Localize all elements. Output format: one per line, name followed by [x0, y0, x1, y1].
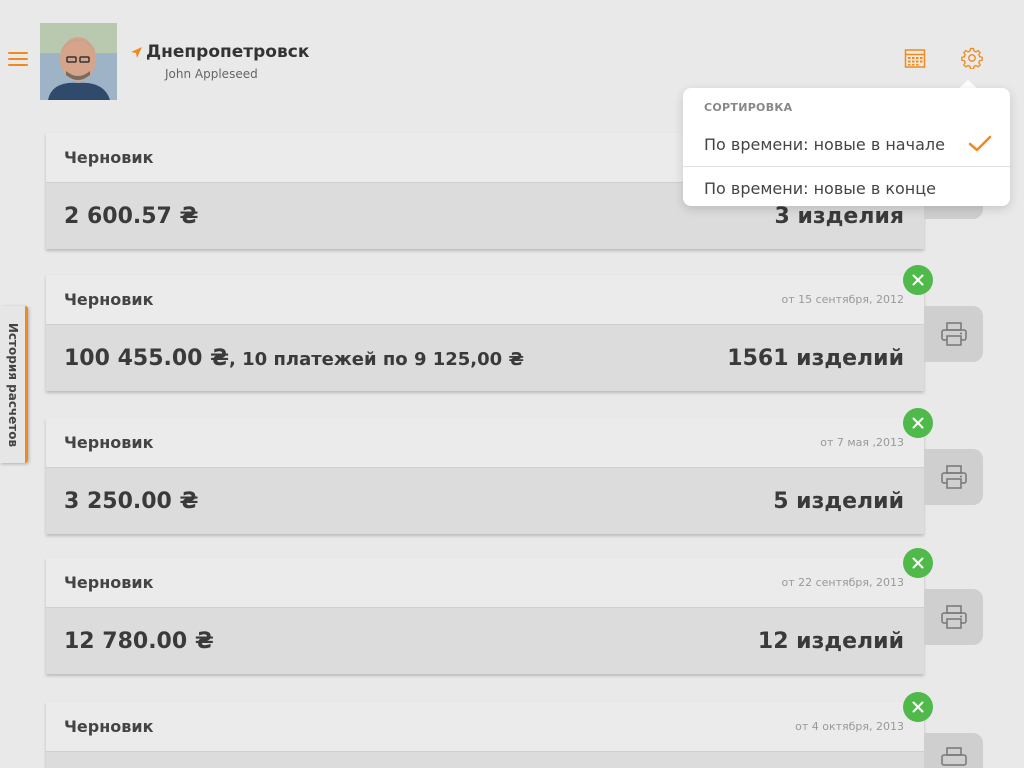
card-amount: 2 600.57 ₴: [64, 203, 199, 229]
location-arrow-icon: [131, 46, 142, 58]
delete-button[interactable]: [903, 408, 933, 438]
delete-button[interactable]: [903, 548, 933, 578]
print-button[interactable]: [924, 733, 983, 768]
draft-card[interactable]: Черновик от 7 мая ,2013 3 250.00 ₴ 5 изд…: [46, 418, 924, 534]
card-date: от 7 мая ,2013: [820, 436, 904, 449]
card-amount: 12 780.00 ₴: [64, 628, 214, 654]
close-icon: [912, 557, 924, 569]
checkmark-icon: [968, 135, 992, 152]
history-side-tab[interactable]: История расчетов: [0, 306, 28, 463]
close-icon: [912, 274, 924, 286]
card-title: Черновик: [64, 573, 154, 592]
card-title: Черновик: [64, 433, 154, 452]
card-items: 5 изделий: [773, 488, 904, 514]
card-title: Черновик: [64, 290, 154, 309]
draft-card[interactable]: Черновик от 22 сентября, 2013 12 780.00 …: [46, 558, 924, 674]
print-button[interactable]: [924, 589, 983, 645]
printer-icon: [940, 747, 967, 766]
print-button[interactable]: [924, 306, 983, 362]
history-tab-label: История расчетов: [5, 322, 20, 447]
delete-button[interactable]: [903, 692, 933, 722]
card-date: от 22 сентября, 2013: [781, 576, 904, 589]
sort-popover: Сортировка По времени: новые в начале По…: [683, 88, 1010, 206]
card-date: от 15 сентября, 2012: [781, 293, 904, 306]
avatar[interactable]: [40, 23, 117, 100]
card-payments: , 10 платежей по 9 125,00 ₴: [229, 348, 524, 370]
calendar-icon[interactable]: [904, 47, 926, 69]
card-title: Черновик: [64, 148, 154, 167]
draft-card[interactable]: Черновик от 4 октября, 2013: [46, 702, 924, 768]
card-items: 1561 изделий: [727, 345, 904, 371]
printer-icon: [940, 465, 967, 489]
close-icon: [912, 417, 924, 429]
card-amount-group: 100 455.00 ₴, 10 платежей по 9 125,00 ₴: [64, 346, 524, 371]
user-name: John Appleseed: [165, 67, 258, 81]
sort-option-label: По времени: новые в начале: [704, 134, 945, 154]
sort-option-newest-first[interactable]: По времени: новые в начале: [683, 122, 1010, 166]
city-label: Днепропетровск: [146, 42, 310, 62]
card-amount: 3 250.00 ₴: [64, 488, 199, 514]
hamburger-menu-icon[interactable]: [8, 52, 28, 70]
delete-button[interactable]: [903, 265, 933, 295]
printer-icon: [940, 322, 967, 346]
card-amount: 100 455.00 ₴: [64, 345, 230, 371]
gear-icon[interactable]: [961, 47, 983, 70]
card-items: 12 изделий: [757, 628, 904, 654]
sort-option-label: По времени: новые в конце: [704, 178, 936, 198]
draft-card[interactable]: Черновик от 15 сентября, 2012 100 455.00…: [46, 275, 924, 391]
close-icon: [912, 701, 924, 713]
card-date: от 4 октября, 2013: [795, 720, 904, 733]
card-title: Черновик: [64, 717, 154, 736]
printer-icon: [940, 605, 967, 629]
sort-option-newest-last[interactable]: По времени: новые в конце: [683, 166, 1010, 210]
sort-header: Сортировка: [704, 101, 793, 114]
print-button[interactable]: [924, 449, 983, 505]
